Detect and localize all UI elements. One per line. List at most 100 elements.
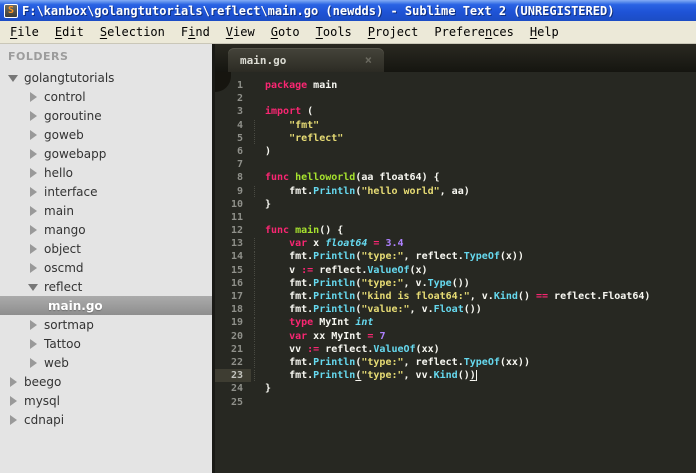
chevron-down-icon[interactable] (28, 282, 38, 292)
folder-goroutine[interactable]: goroutine (0, 106, 212, 125)
chevron-right-icon[interactable] (28, 357, 38, 368)
menu-find[interactable]: Find (173, 23, 218, 41)
folder-sortmap[interactable]: sortmap (0, 315, 212, 334)
line-number: 22 (230, 356, 243, 368)
line-number: 14 (230, 251, 243, 263)
folder-cdnapi[interactable]: cdnapi (0, 410, 212, 429)
code-text: "fmt" (251, 119, 696, 132)
tree-item-label: golangtutorials (24, 70, 115, 85)
chevron-right-icon[interactable] (8, 376, 18, 387)
code-line-11[interactable]: 11 (215, 211, 696, 224)
folder-main[interactable]: main (0, 201, 212, 220)
code-line-6[interactable]: 6) (215, 145, 696, 158)
code-line-2[interactable]: 2 (215, 92, 696, 105)
line-number: 5 (236, 132, 243, 144)
code-line-8[interactable]: 8 func helloworld(aa float64) { (215, 171, 696, 184)
code-line-24[interactable]: 24} (215, 382, 696, 395)
code-line-20[interactable]: 20 var xx MyInt = 7 (215, 330, 696, 343)
tree-item-label: main (44, 203, 74, 218)
menu-help[interactable]: Help (522, 23, 567, 41)
main-split: FOLDERS golangtutorials control goroutine g… (0, 44, 696, 473)
menu-preferences[interactable]: Preferences (426, 23, 522, 41)
folder-control[interactable]: control (0, 87, 212, 106)
code-line-22[interactable]: 22 fmt.Println("type:", reflect.TypeOf(x… (215, 356, 696, 369)
folder-gowebapp[interactable]: gowebapp (0, 144, 212, 163)
tree-item-label: hello (44, 165, 73, 180)
folder-tattoo[interactable]: Tattoo (0, 334, 212, 353)
file-main.go[interactable]: main.go (0, 296, 212, 315)
code-line-3[interactable]: 3 import ( (215, 105, 696, 118)
code-line-1[interactable]: 1 package main (215, 79, 696, 92)
chevron-right-icon[interactable] (28, 224, 38, 235)
chevron-right-icon[interactable] (28, 262, 38, 273)
code-line-15[interactable]: 15 v := reflect.ValueOf(x) (215, 264, 696, 277)
chevron-right-icon[interactable] (28, 205, 38, 216)
menu-edit[interactable]: Edit (47, 23, 92, 41)
chevron-right-icon[interactable] (28, 243, 38, 254)
menu-view[interactable]: View (218, 23, 263, 41)
code-line-18[interactable]: 18 fmt.Println("value:", v.Float()) (215, 303, 696, 316)
code-text: fmt.Println("type:", v.Type()) (251, 277, 696, 290)
code-line-5[interactable]: 5 "reflect" (215, 132, 696, 145)
code-area[interactable]: 1 package main 2 3 import (4 "fmt" 5 "reflect… (215, 72, 696, 473)
chevron-right-icon[interactable] (28, 319, 38, 330)
code-text: ) (265, 145, 272, 157)
title-bar[interactable]: S F:\kanbox\golangtutorials\reflect\main… (0, 0, 696, 21)
menu-file[interactable]: File (2, 23, 47, 41)
chevron-right-icon[interactable] (28, 91, 38, 102)
menu-tools[interactable]: Tools (308, 23, 360, 41)
folder-reflect[interactable]: reflect (0, 277, 212, 296)
menu-goto[interactable]: Goto (263, 23, 308, 41)
tree-item-label: reflect (44, 279, 83, 294)
code-line-19[interactable]: 19 type MyInt int (215, 316, 696, 329)
code-line-7[interactable]: 7 (215, 158, 696, 171)
folder-golangtutorials[interactable]: golangtutorials (0, 68, 212, 87)
chevron-right-icon[interactable] (8, 395, 18, 406)
line-number: 19 (230, 317, 243, 329)
folder-object[interactable]: object (0, 239, 212, 258)
code-text: } (265, 198, 272, 210)
menu-project[interactable]: Project (360, 23, 427, 41)
code-text: fmt.Println("type:", reflect.TypeOf(xx)) (251, 356, 696, 369)
code-line-21[interactable]: 21 vv := reflect.ValueOf(xx) (215, 343, 696, 356)
code-line-23[interactable]: 23 fmt.Println("type:", vv.Kind()) (215, 369, 696, 383)
code-line-16[interactable]: 16 fmt.Println("type:", v.Type()) (215, 277, 696, 290)
folder-beego[interactable]: beego (0, 372, 212, 391)
folder-web[interactable]: web (0, 353, 212, 372)
code-line-4[interactable]: 4 "fmt" (215, 119, 696, 132)
tab-close-icon[interactable]: × (365, 54, 372, 66)
code-line-9[interactable]: 9 fmt.Println("hello world", aa) (215, 185, 696, 198)
code-line-10[interactable]: 10} (215, 198, 696, 211)
folder-mysql[interactable]: mysql (0, 391, 212, 410)
folder-interface[interactable]: interface (0, 182, 212, 201)
chevron-right-icon[interactable] (28, 129, 38, 140)
code-line-17[interactable]: 17 fmt.Println("kind is float64:", v.Kin… (215, 290, 696, 303)
text-cursor (475, 370, 477, 382)
folder-goweb[interactable]: goweb (0, 125, 212, 144)
tree-item-label: control (44, 89, 86, 104)
chevron-down-icon[interactable] (8, 73, 18, 83)
code-text: var xx MyInt = 7 (251, 330, 696, 343)
code-line-13[interactable]: 13 var x float64 = 3.4 (215, 237, 696, 250)
code-line-12[interactable]: 12 func main() { (215, 224, 696, 237)
code-text: v := reflect.ValueOf(x) (251, 264, 696, 277)
code-line-25[interactable]: 25 (215, 396, 696, 409)
tree-item-label: gowebapp (44, 146, 107, 161)
code-line-14[interactable]: 14 fmt.Println("type:", reflect.TypeOf(x… (215, 250, 696, 263)
chevron-right-icon[interactable] (28, 148, 38, 159)
menu-selection[interactable]: Selection (92, 23, 173, 41)
folder-mango[interactable]: mango (0, 220, 212, 239)
folder-hello[interactable]: hello (0, 163, 212, 182)
folder-oscmd[interactable]: oscmd (0, 258, 212, 277)
code-text: var x float64 = 3.4 (251, 237, 696, 250)
code-text: import ( (265, 106, 314, 118)
chevron-right-icon[interactable] (28, 167, 38, 178)
chevron-right-icon[interactable] (8, 414, 18, 425)
chevron-right-icon[interactable] (28, 186, 38, 197)
tab-main-go[interactable]: main.go × (228, 48, 384, 72)
chevron-right-icon[interactable] (28, 110, 38, 121)
tree-item-label: main.go (48, 298, 103, 313)
chevron-right-icon[interactable] (28, 338, 38, 349)
